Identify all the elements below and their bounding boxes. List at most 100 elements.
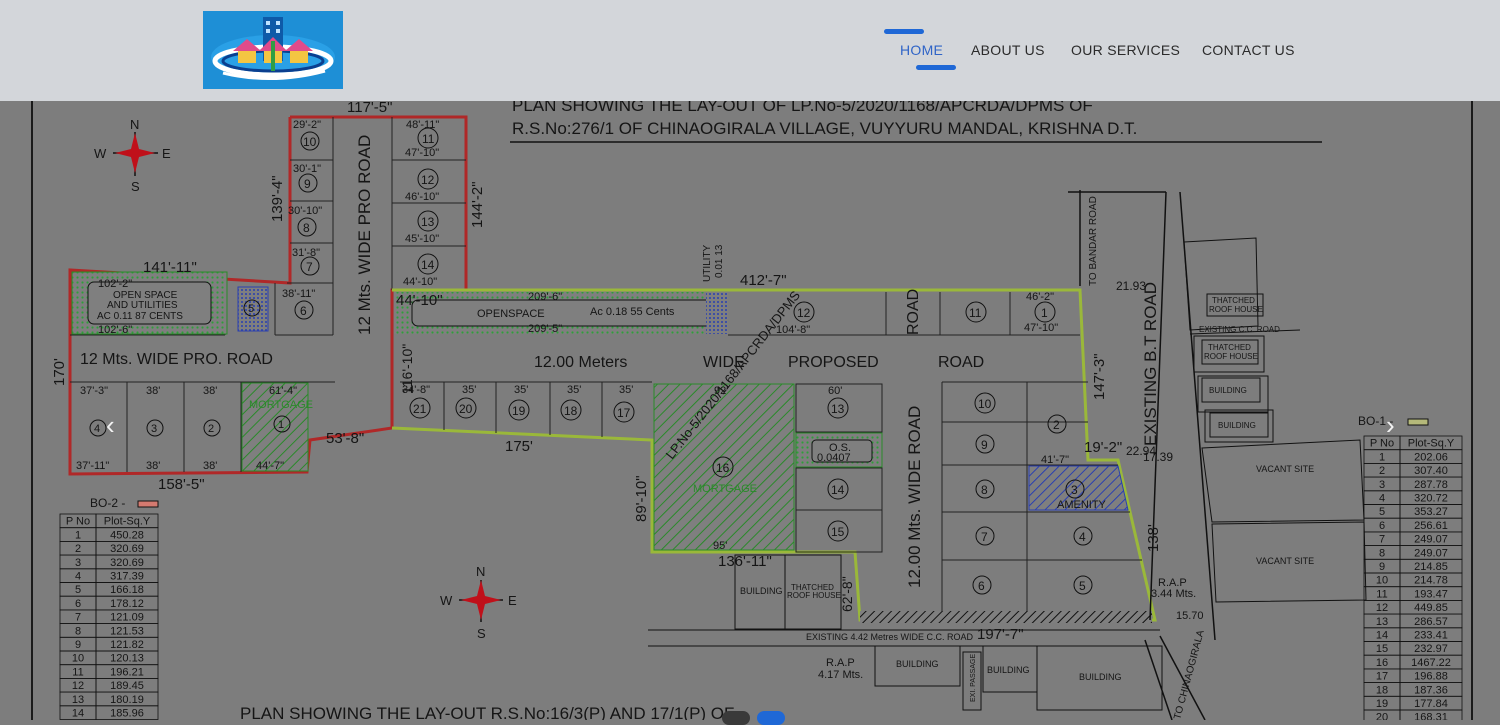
table-cell: 450.28 <box>110 529 144 541</box>
svg-text:S: S <box>131 179 140 194</box>
svg-text:17.39: 17.39 <box>1143 450 1173 464</box>
active-tab-indicator-bottom <box>916 65 956 70</box>
pro-road-vertical-label: 12 Mts. WIDE PRO ROAD <box>355 135 374 335</box>
svg-text:2: 2 <box>1053 418 1060 432</box>
site-logo[interactable] <box>203 11 343 89</box>
svg-text:102'-6": 102'-6" <box>98 324 132 336</box>
table-header: Plot-Sq.Y <box>1408 438 1455 450</box>
carousel-indicator-2[interactable] <box>757 711 785 725</box>
svg-text:38': 38' <box>146 385 160 397</box>
svg-text:5: 5 <box>1079 579 1086 593</box>
table-cell: 168.31 <box>1414 712 1448 720</box>
carousel-prev-button[interactable]: ‹ <box>106 412 115 438</box>
svg-text:9: 9 <box>304 177 311 191</box>
table-cell: 10 <box>1376 575 1388 587</box>
svg-text:37'-3": 37'-3" <box>80 385 108 397</box>
svg-text:44'-10": 44'-10" <box>396 292 443 309</box>
table-cell: 317.39 <box>110 571 144 583</box>
svg-text:E: E <box>162 146 171 161</box>
svg-text:TO BANDAR ROAD: TO BANDAR ROAD <box>1088 196 1099 286</box>
svg-text:18: 18 <box>564 404 578 418</box>
svg-text:35': 35' <box>567 384 581 396</box>
svg-text:BO-2 -: BO-2 - <box>90 496 125 510</box>
table-cell: 10 <box>72 653 84 665</box>
table-cell: 7 <box>1379 534 1385 546</box>
svg-text:102'-2": 102'-2" <box>98 278 132 290</box>
svg-text:3: 3 <box>151 423 157 435</box>
table-cell: 178.12 <box>110 598 144 610</box>
table-cell: 166.18 <box>110 584 144 596</box>
svg-text:PROPOSED: PROPOSED <box>788 354 879 371</box>
table-cell: 320.69 <box>110 543 144 555</box>
svg-text:21: 21 <box>413 402 427 416</box>
svg-text:MORTGAGE: MORTGAGE <box>693 483 757 495</box>
table-cell: 12 <box>1376 602 1388 614</box>
svg-text:THATCHED: THATCHED <box>1208 343 1251 352</box>
logo-graphic <box>203 11 343 89</box>
table-cell: 1 <box>1379 451 1385 463</box>
hero-carousel: PLAN SHOWING THE LAY-OUT OF LP.No-5/2020… <box>0 101 1500 720</box>
table-cell: 180.19 <box>110 694 144 706</box>
table-cell: 9 <box>75 639 81 651</box>
svg-text:ROOF HOUSE: ROOF HOUSE <box>787 591 841 600</box>
table-cell: 13 <box>1376 616 1388 628</box>
svg-text:61'-4": 61'-4" <box>269 385 297 397</box>
table-cell: 196.21 <box>110 666 144 678</box>
table-cell: 19 <box>1376 698 1388 710</box>
table-header: P No <box>66 516 90 528</box>
svg-text:47'-10": 47'-10" <box>405 147 439 159</box>
svg-text:8: 8 <box>981 483 988 497</box>
table-cell: 214.85 <box>1414 561 1448 573</box>
svg-text:7: 7 <box>981 530 988 544</box>
table-cell: 15 <box>1376 643 1388 655</box>
svg-text:44'-10": 44'-10" <box>403 276 437 288</box>
table-cell: 11 <box>1376 588 1387 600</box>
table-cell: 185.96 <box>110 708 144 720</box>
nav-our-services[interactable]: OUR SERVICES <box>1071 42 1180 58</box>
nav-contact-us[interactable]: CONTACT US <box>1202 42 1295 58</box>
table-cell: 20 <box>1376 712 1388 720</box>
svg-text:170': 170' <box>51 358 68 386</box>
table-cell: 8 <box>1379 547 1385 559</box>
nav-home[interactable]: HOME <box>900 42 943 58</box>
table-cell: 233.41 <box>1414 630 1448 642</box>
svg-text:MORTGAGE: MORTGAGE <box>249 399 313 411</box>
svg-text:12: 12 <box>797 306 811 320</box>
svg-text:BUILDING: BUILDING <box>896 659 939 669</box>
svg-text:9: 9 <box>981 438 988 452</box>
svg-text:35': 35' <box>619 384 633 396</box>
table-cell: 214.78 <box>1414 575 1448 587</box>
table-cell: 249.07 <box>1414 534 1448 546</box>
svg-text:38': 38' <box>203 385 217 397</box>
svg-text:12: 12 <box>421 173 435 187</box>
svg-text:60': 60' <box>828 385 842 397</box>
svg-text:30'-1": 30'-1" <box>293 163 321 175</box>
nav-about-us[interactable]: ABOUT US <box>971 42 1045 58</box>
svg-text:29'-2": 29'-2" <box>293 119 321 131</box>
svg-text:0.01 13: 0.01 13 <box>714 244 725 278</box>
table-cell: 193.47 <box>1414 588 1448 600</box>
svg-text:OPENSPACE: OPENSPACE <box>477 308 545 320</box>
svg-text:144'-2": 144'-2" <box>469 181 486 228</box>
svg-text:ROOF HOUSE: ROOF HOUSE <box>1209 305 1263 314</box>
site-header: HOME ABOUT US OUR SERVICES CONTACT US <box>0 0 1500 101</box>
svg-text:BUILDING: BUILDING <box>1079 672 1122 682</box>
svg-text:R.A.P: R.A.P <box>826 657 855 669</box>
svg-text:19'-2": 19'-2" <box>1084 439 1122 456</box>
carousel-indicator-1[interactable] <box>722 711 750 725</box>
table-cell: 177.84 <box>1414 698 1448 710</box>
svg-text:104'-8": 104'-8" <box>776 324 810 336</box>
svg-text:Ac 0.18 55 Cents: Ac 0.18 55 Cents <box>590 306 675 318</box>
svg-text:S: S <box>477 626 486 641</box>
carousel-next-button[interactable]: › <box>1386 412 1395 438</box>
plan-title-line1: PLAN SHOWING THE LAY-OUT OF LP.No-5/2020… <box>512 101 1093 115</box>
svg-text:95': 95' <box>713 540 727 552</box>
svg-text:E: E <box>508 593 517 608</box>
table-cell: 18 <box>1376 684 1388 696</box>
svg-text:34'-8": 34'-8" <box>402 384 430 396</box>
svg-text:38': 38' <box>146 460 160 472</box>
svg-text:3.44 Mts.: 3.44 Mts. <box>1151 588 1196 600</box>
svg-text:12.00 Mts. WIDE ROAD: 12.00 Mts. WIDE ROAD <box>905 406 924 588</box>
svg-text:7: 7 <box>306 260 313 274</box>
svg-text:6: 6 <box>300 304 307 318</box>
